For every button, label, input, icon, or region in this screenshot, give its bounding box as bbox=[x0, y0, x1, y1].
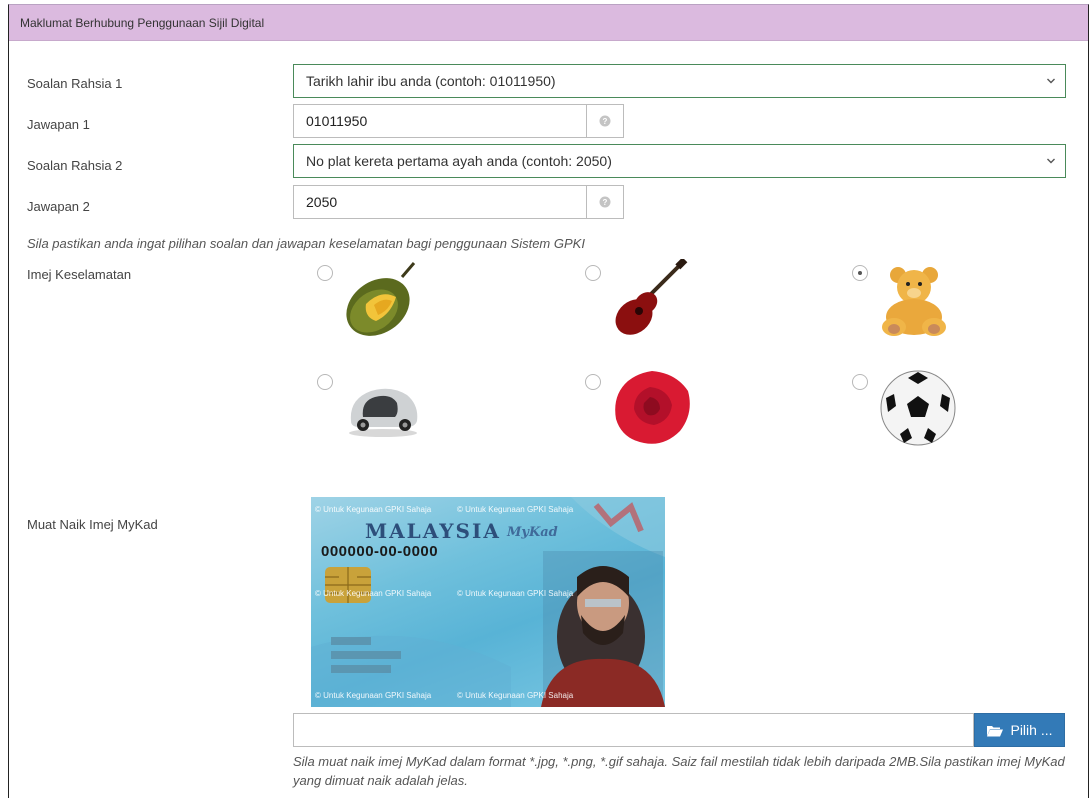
upload-help-text: Sila muat naik imej MyKad dalam format *… bbox=[293, 754, 1065, 788]
pilih-button[interactable]: Pilih ... bbox=[974, 713, 1065, 747]
soalan-rahsia-1-label: Soalan Rahsia 1 bbox=[27, 76, 123, 91]
mykad-country: MALAYSIA bbox=[365, 519, 501, 543]
radio-durian[interactable] bbox=[317, 265, 333, 281]
car-image[interactable] bbox=[345, 381, 421, 439]
question-circle-icon: ? bbox=[599, 115, 611, 127]
teddy-bear-image[interactable] bbox=[874, 265, 958, 337]
mykad-watermark-5: © Untuk Kegunaan GPKI Sahaja bbox=[315, 691, 432, 700]
jawapan-1-label: Jawapan 1 bbox=[27, 117, 90, 132]
durian-image[interactable] bbox=[336, 259, 426, 339]
svg-text:?: ? bbox=[603, 198, 608, 207]
jawapan-2-input[interactable] bbox=[293, 185, 586, 219]
mykad-watermark-2: © Untuk Kegunaan GPKI Sahaja bbox=[457, 505, 574, 514]
chevron-down-icon bbox=[1047, 158, 1055, 164]
radio-car[interactable] bbox=[317, 374, 333, 390]
soalan-rahsia-2-label: Soalan Rahsia 2 bbox=[27, 158, 123, 173]
help-addon[interactable]: ? bbox=[586, 185, 624, 219]
mykad-watermark-4: © Untuk Kegunaan GPKI Sahaja bbox=[457, 589, 574, 598]
help-addon[interactable]: ? bbox=[586, 104, 624, 138]
guitar-image[interactable] bbox=[606, 259, 690, 341]
mykad-brand: MyKad bbox=[507, 525, 558, 540]
imej-keselamatan-label: Imej Keselamatan bbox=[27, 267, 132, 282]
rose-image[interactable] bbox=[610, 367, 694, 449]
soccer-ball-image[interactable] bbox=[878, 368, 958, 448]
radio-teddy-bear[interactable] bbox=[852, 265, 868, 281]
panel-title: Maklumat Berhubung Penggunaan Sijil Digi… bbox=[9, 5, 1088, 41]
file-name-field[interactable] bbox=[293, 713, 974, 747]
question-circle-icon: ? bbox=[599, 196, 611, 208]
soalan-rahsia-2-value: No plat kereta pertama ayah anda (contoh… bbox=[306, 153, 612, 169]
soalan-rahsia-2-select[interactable]: No plat kereta pertama ayah anda (contoh… bbox=[293, 144, 1066, 178]
folder-open-icon bbox=[987, 725, 1004, 736]
radio-guitar[interactable] bbox=[585, 265, 601, 281]
svg-text:?: ? bbox=[603, 117, 608, 126]
mykad-watermark-3: © Untuk Kegunaan GPKI Sahaja bbox=[315, 589, 432, 598]
chevron-down-icon bbox=[1047, 78, 1055, 84]
file-upload-group: Pilih ... bbox=[293, 713, 1065, 747]
security-note: Sila pastikan anda ingat pilihan soalan … bbox=[27, 236, 585, 251]
soalan-rahsia-1-select[interactable]: Tarikh lahir ibu anda (contoh: 01011950) bbox=[293, 64, 1066, 98]
mykad-watermark-1: © Untuk Kegunaan GPKI Sahaja bbox=[315, 505, 432, 514]
jawapan-1-input[interactable] bbox=[293, 104, 586, 138]
mykad-image: MALAYSIA MyKad 000000-00-0000 © Untuk Ke… bbox=[311, 497, 665, 707]
jawapan-2-label: Jawapan 2 bbox=[27, 199, 90, 214]
soalan-rahsia-1-value: Tarikh lahir ibu anda (contoh: 01011950) bbox=[306, 73, 556, 89]
radio-soccer-ball[interactable] bbox=[852, 374, 868, 390]
pilih-button-label: Pilih ... bbox=[1010, 722, 1053, 738]
radio-rose[interactable] bbox=[585, 374, 601, 390]
mykad-label: Muat Naik Imej MyKad bbox=[27, 517, 158, 532]
mykad-ic-number: 000000-00-0000 bbox=[321, 543, 439, 560]
mykad-watermark-6: © Untuk Kegunaan GPKI Sahaja bbox=[457, 691, 574, 700]
